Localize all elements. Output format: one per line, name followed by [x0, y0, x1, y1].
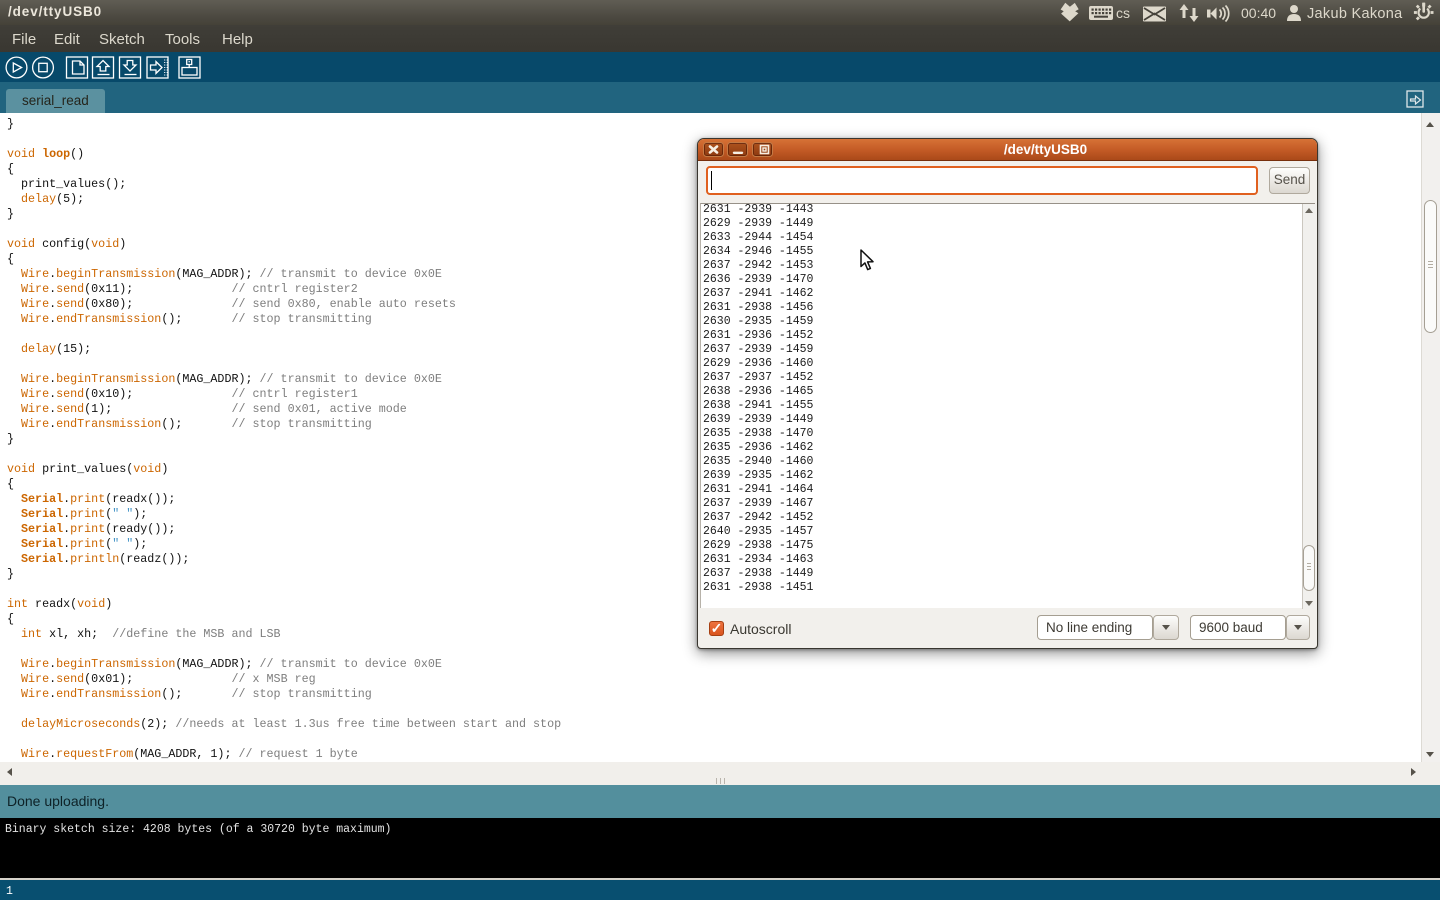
svg-text:Jakub Kakona: Jakub Kakona: [1307, 6, 1403, 22]
svg-text:cs: cs: [1116, 5, 1130, 21]
svg-text:00:40: 00:40: [1241, 5, 1276, 21]
